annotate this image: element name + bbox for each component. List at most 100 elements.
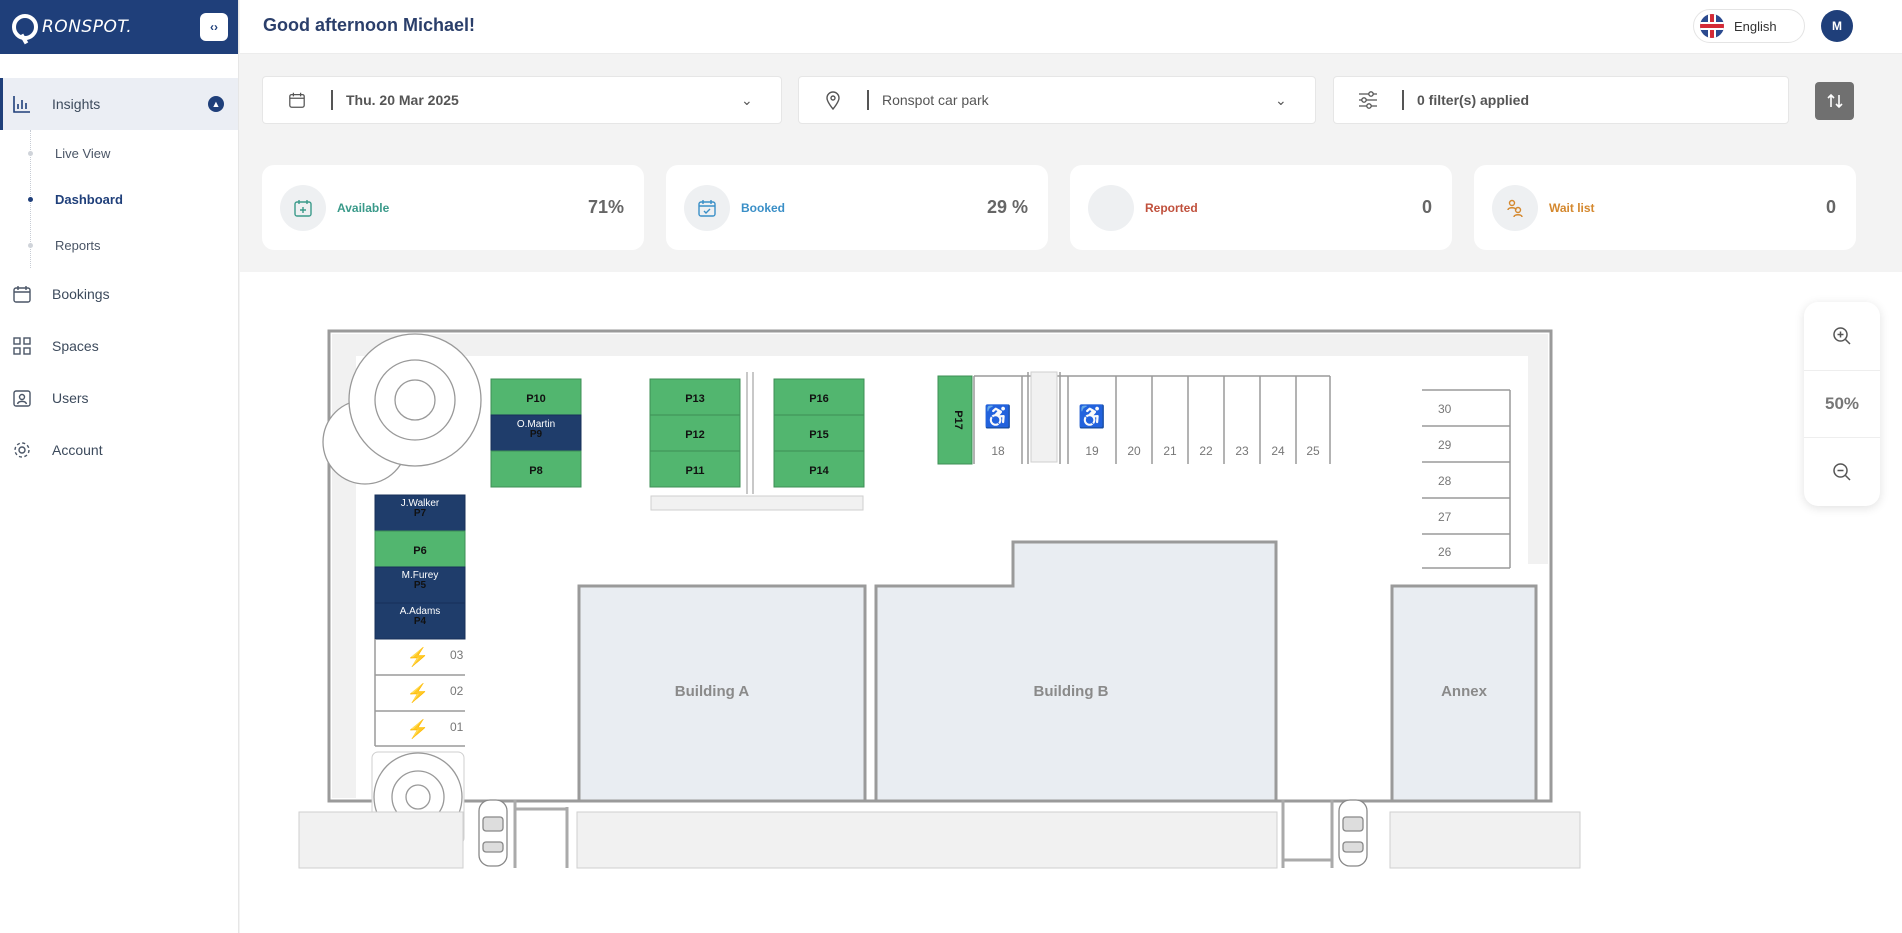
chevron-down-icon: ⌄ [1275,91,1287,108]
user-avatar[interactable]: M [1821,10,1853,42]
sidebar-item-users[interactable]: Users [0,372,238,424]
zoom-in-button[interactable] [1804,302,1880,370]
reported-icon [1088,184,1134,231]
stat-label: Booked [741,200,786,215]
brand-name: RONSPOT. [42,17,133,37]
stat-card-available: Available 71% [262,165,644,250]
space-id: P17 [952,410,964,430]
bay-number: 30 [1438,402,1452,416]
space-block-p16-p14: P16 P15 P14 [773,378,865,488]
space-id: P15 [809,429,829,441]
accessible-icon: ♿ [984,404,1011,429]
sidebar-item-bookings[interactable]: Bookings [0,268,238,320]
sidebar-item-label: Spaces [52,338,99,354]
calendar-check-icon [684,184,730,231]
car-icon [1338,799,1368,867]
stat-label: Reported [1145,200,1198,215]
zoom-in-icon [1833,327,1851,345]
bay-number: 23 [1235,444,1249,458]
road-bottom [576,811,1278,869]
stat-card-reported: Reported 0 [1070,165,1452,250]
zoom-level: 50% [1804,370,1880,438]
bay-number: 20 [1127,444,1141,458]
brand-bar: RONSPOT. ‹› [0,0,238,54]
greeting: Good afternoon Michael! [263,15,476,35]
zoom-out-icon [1833,463,1851,481]
space-id: P13 [685,393,705,405]
bay-number: 03 [450,648,464,662]
date-picker[interactable]: Thu. 20 Mar 2025 ⌄ [262,76,782,124]
calendar-plus-icon [280,184,326,231]
stat-value: 29 % [986,197,1028,217]
space-id: P5 [414,580,427,591]
road-strip-right [1528,334,1548,564]
accessible-icon: ♿ [1078,404,1105,429]
gear-icon [12,440,32,460]
sidebar: RONSPOT. ‹› Insights ▲ Live View Dashboa… [0,0,239,933]
bay-number: 01 [450,720,464,734]
bay-number: 26 [1438,545,1452,559]
chevron-down-icon: ⌄ [741,91,753,108]
road-bottom-left [298,811,464,869]
bay-number: 29 [1438,438,1452,452]
sidebar-item-label: Users [52,390,89,406]
top-header: Good afternoon Michael! English M [240,0,1902,54]
sidebar-item-label: Bookings [52,286,110,302]
uk-flag-icon [1700,14,1724,38]
bay-number: 25 [1306,444,1320,458]
zoom-out-button[interactable] [1804,438,1880,506]
road-bottom-right [1389,811,1581,869]
people-queue-icon [1492,184,1538,231]
parking-map-canvas[interactable]: P10 O.Martin P9 P8 P13 P12 P11 P16 P15 P… [240,272,1902,933]
stat-card-booked: Booked 29 % [666,165,1048,250]
bay-number: 28 [1438,474,1452,488]
grid-icon [12,336,32,356]
space-id: P6 [413,545,426,557]
building-label: Building A [675,683,750,700]
bay-number: 27 [1438,510,1452,524]
language-label: English [1734,18,1777,34]
space-id: P14 [809,465,829,477]
space-id: P10 [526,393,546,405]
stat-label: Wait list [1549,200,1595,215]
sidebar-item-insights[interactable]: Insights ▲ [0,78,238,130]
gate-barrier [513,800,569,868]
sidebar-item-label: Account [52,442,103,458]
bay-number: 19 [1085,444,1099,458]
ronspot-logo-icon [12,14,38,40]
space-block-p13-p11: P13 P12 P11 [649,378,741,488]
stat-value: 0 [1421,197,1432,217]
road-strip-top [332,334,1548,356]
bay-number: 02 [450,684,464,698]
language-selector[interactable]: English [1693,9,1805,43]
building-label: Building B [1034,683,1109,700]
zoom-control: 50% [1804,302,1880,506]
filters-button[interactable]: 0 filter(s) applied [1333,76,1789,124]
sort-toggle-button[interactable] [1815,82,1854,120]
sidebar-item-spaces[interactable]: Spaces [0,320,238,372]
space-id: P4 [414,616,427,627]
sidebar-subitem-dashboard[interactable]: Dashboard [28,176,238,222]
user-badge-icon [12,388,32,408]
space-id: P8 [529,465,542,477]
bay-number: 24 [1271,444,1285,458]
collapse-sidebar-button[interactable]: ‹› [200,13,228,41]
sidebar-subitem-live-view[interactable]: Live View [28,130,238,176]
car-icon [478,799,508,867]
space-id: P16 [809,393,829,405]
sidebar-item-account[interactable]: Account [0,424,238,476]
bay-number: 18 [991,444,1005,458]
parking-map: P10 O.Martin P9 P8 P13 P12 P11 P16 P15 P… [298,329,1581,869]
location-select[interactable]: Ronspot car park ⌄ [798,76,1316,124]
sort-arrows-icon [1826,93,1843,109]
sidebar-subitem-reports[interactable]: Reports [28,222,238,268]
ev-charging-icon: ⚡ [407,646,429,668]
space-block-p10-p8: P10 O.Martin P9 P8 [490,378,582,488]
pillar [1030,371,1058,463]
chevron-up-icon[interactable]: ▲ [208,96,224,112]
stat-value: 71% [587,197,624,217]
stat-label: Available [337,200,390,215]
space-id: P11 [686,465,705,477]
sidebar-nav: Insights ▲ Live View Dashboard Reports B… [0,78,238,476]
location-pin-icon [799,90,869,110]
